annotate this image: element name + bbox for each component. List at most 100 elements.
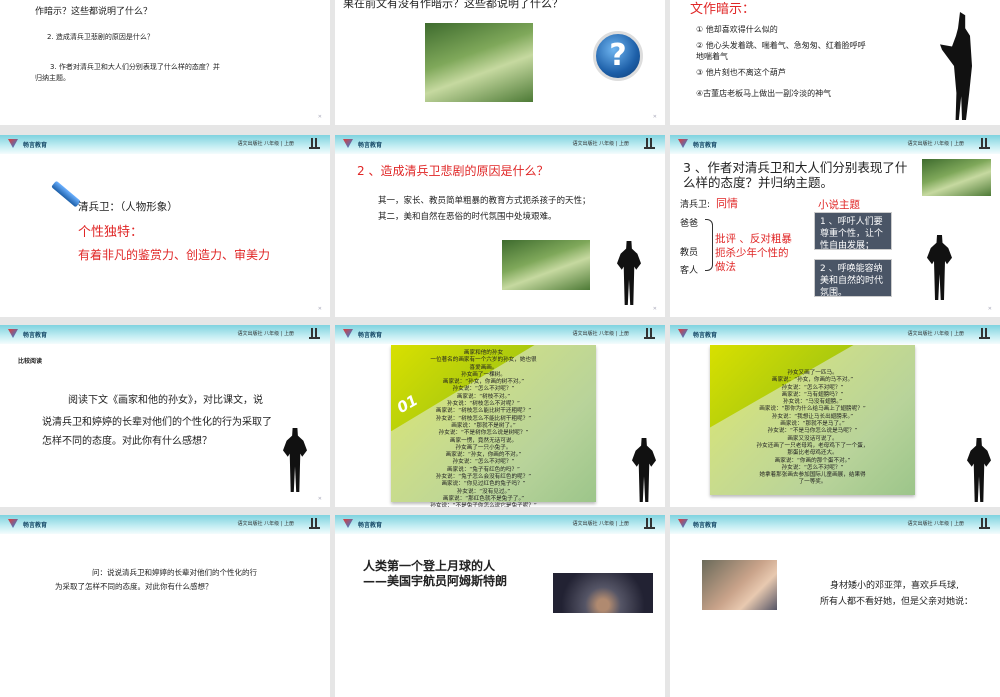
slide-thumbnail-7[interactable]: 畅言教育 语文出版社 八年级 | 上册 比较阅读 阅读下文《画家和他的孙女》，对比… (0, 325, 330, 507)
woman-silhouette (940, 12, 972, 120)
attitude-line: 做法 (715, 261, 736, 273)
pencil-icon (51, 180, 81, 208)
slide-thumbnail-12[interactable]: 畅言教育 语文出版社 八年级 | 上册 身材矮小的邓亚萍，喜欢乒乓球, 所有人都不… (670, 515, 1000, 697)
story-line: 孙女说：“怎么不对呢？” (452, 459, 515, 466)
slide-thumbnail-3[interactable]: 文作暗示： ① 他却喜欢得什么似的 ② 他心头发着跳、喘着气、急匆匆、红着脸呼呼… (670, 0, 1000, 125)
slide-header: 畅言教育 语文出版社 八年级 | 上册 (0, 135, 330, 154)
slide-text: 作暗示？这些都说明了什么？ (35, 7, 153, 17)
theme-box: 2 、呼唤能容纳美和自然的时代氛围。 (814, 259, 892, 298)
man-silhouette (632, 438, 656, 502)
story-line: 画家说：“树枝不对。” (456, 393, 511, 400)
slide-subtitle: 个性独特： (78, 225, 144, 240)
story-line: 孙女说：“不是兔子你怎么说它是兔子呢？” (430, 503, 537, 507)
watermark-logo: ✕ (317, 114, 322, 120)
story-line: 画家说：“树枝怎么能比树干还粗呢？” (435, 408, 532, 415)
story-line: 孙女说：“怎么不对呢？” (781, 384, 844, 391)
brand-name: 畅言教育 (693, 142, 718, 149)
watermark-logo: ✕ (317, 496, 322, 502)
slide-text: 3. 作者对清兵卫和大人们分别表现了什么样的态度？并 (50, 63, 220, 71)
brand-name: 畅言教育 (358, 522, 383, 529)
slide-header: 畅言教育 语文出版社 八年级 | 上册 (670, 325, 1000, 344)
man-silhouette (283, 428, 307, 492)
building-icon (309, 518, 320, 529)
adult-label: 客人 (680, 266, 699, 276)
brand-logo-icon (8, 519, 18, 528)
story-line: 画家说：“那你为什么给马画上了翅膀呢？” (759, 406, 866, 413)
slide-text: 身材矮小的邓亚萍，喜欢乒乓球, (830, 581, 959, 591)
slide-thumbnail-4[interactable]: 畅言教育 语文出版社 八年级 | 上册 清兵卫：（人物形象） 个性独特： 有着非凡… (0, 135, 330, 317)
character-label: 清兵卫：（人物形象） (78, 201, 178, 213)
slide-thumbnail-8[interactable]: 畅言教育 语文出版社 八年级 | 上册 01 画家和他的孙女 一位著名的画家有一个六… (335, 325, 665, 507)
attitude-line: 批评 、反对粗暴 (715, 233, 792, 245)
slide-header: 畅言教育 语文出版社 八年级 | 上册 (0, 515, 330, 534)
slide-text: 果在前文有没有作暗示？这些都说明了什么？ (343, 0, 563, 10)
slide-text: 阅读下文《画家和他的孙女》，对比课文，说 (68, 395, 263, 406)
brand-name: 畅言教育 (358, 332, 383, 339)
publisher-label: 语文出版社 八年级 | 上册 (572, 521, 629, 527)
slide-thumbnail-1[interactable]: 作暗示？这些都说明了什么？ 2. 造成清兵卫悲剧的原因是什么？ 3. 作者对清兵… (0, 0, 330, 125)
adults-attitude: 批评 、反对粗暴 扼杀少年个性的 做法 (715, 232, 792, 274)
story-line: 了一等奖。 (798, 479, 827, 486)
man-silhouette (927, 235, 952, 300)
brand-name: 畅言教育 (358, 142, 383, 149)
brand-name: 畅言教育 (23, 142, 48, 149)
character-label: 清兵卫: (680, 200, 711, 210)
brand-logo-icon (8, 139, 18, 148)
slide-header: 畅言教育 语文出版社 八年级 | 上册 (670, 515, 1000, 534)
theme-box: 1 、呼吁人们要尊重个性，让个性自由发展； (814, 212, 892, 251)
story-line: 孙女说：“怎么不对呢？” (452, 386, 515, 393)
story-line: 画家又没话可说了。 (787, 435, 838, 442)
story-line: 画家一愣，竟然无话可说。 (449, 437, 518, 444)
athlete-photo (702, 560, 777, 610)
slide-header: 畅言教育 语文出版社 八年级 | 上册 (0, 325, 330, 344)
building-icon (979, 138, 990, 149)
building-icon (309, 328, 320, 339)
story-line: 喜爱画画。 (469, 364, 498, 371)
gourd-photo (425, 23, 533, 102)
publisher-label: 语文出版社 八年级 | 上册 (237, 331, 294, 337)
story-line: 孙女说：“不是树你怎么说是树呢？” (438, 430, 529, 437)
slide-header: 畅言教育 语文出版社 八年级 | 上册 (670, 135, 1000, 154)
attitude-line: 扼杀少年个性的 (715, 247, 789, 259)
brand-name: 畅言教育 (693, 522, 718, 529)
slide-header: 畅言教育 语文出版社 八年级 | 上册 (335, 325, 665, 344)
slide-title: ——美国宇航员阿姆斯特朗 (363, 574, 508, 588)
slide-text: 为采取了怎样不同的态度。对此你有什么感想？ (55, 582, 213, 591)
gourd-photo (502, 240, 590, 290)
story-line: 画家说：“你画的那个蛋不对。” (774, 457, 851, 464)
slide-thumbnail-5[interactable]: 畅言教育 语文出版社 八年级 | 上册 2 、造成清兵卫悲剧的原因是什么？ 其一，… (335, 135, 665, 317)
watermark-logo: ✕ (652, 114, 657, 120)
brand-logo-icon (343, 139, 353, 148)
publisher-label: 语文出版社 八年级 | 上册 (907, 521, 964, 527)
list-item: ① 他却喜欢得什么似的 (696, 25, 778, 34)
publisher-label: 语文出版社 八年级 | 上册 (237, 141, 294, 147)
slide-thumbnail-2[interactable]: 果在前文有没有作暗示？这些都说明了什么？ ? ✕ (335, 0, 665, 125)
publisher-label: 语文出版社 八年级 | 上册 (572, 331, 629, 337)
story-text: 画家和他的孙女 一位著名的画家有一个六岁的孙女，她也很 喜爱画画。 孙女画了一棵树。画… (371, 350, 596, 507)
slide-thumbnail-9[interactable]: 畅言教育 语文出版社 八年级 | 上册 孙女又画了一匹马。 画家说：“孙女，你画的马… (670, 325, 1000, 507)
publisher-label: 语文出版社 八年级 | 上册 (907, 331, 964, 337)
slide-thumbnail-11[interactable]: 畅言教育 语文出版社 八年级 | 上册 人类第一个登上月球的人 ——美国宇航员阿姆… (335, 515, 665, 697)
man-silhouette (967, 438, 991, 502)
building-icon (979, 328, 990, 339)
building-icon (979, 518, 990, 529)
brand-name: 畅言教育 (693, 332, 718, 339)
slide-text: 其一，家长、教员简单粗暴的教育方式扼杀孩子的天性； (378, 196, 591, 206)
watermark-logo: ✕ (987, 306, 992, 312)
slide-text: 2. 造成清兵卫悲剧的原因是什么？ (47, 33, 154, 41)
attitude-value: 同情 (716, 197, 738, 210)
brand-name: 畅言教育 (23, 332, 48, 339)
story-line: 画家说：“你见过红色的兔子吗？” (441, 481, 526, 488)
list-item: ④古董店老板马上做出一副冷淡的神气 (696, 89, 832, 98)
slide-thumbnail-10[interactable]: 畅言教育 语文出版社 八年级 | 上册 问：说说清兵卫和婷婷的长辈对他们的个性化的… (0, 515, 330, 697)
story-line: 孙女说：“不是马你怎么说是马呢？” (767, 428, 858, 435)
building-icon (309, 138, 320, 149)
watermark-logo: ✕ (317, 306, 322, 312)
story-card: 孙女又画了一匹马。 画家说：“孙女，你画的马不对。” 孙女说：“怎么不对呢？” 画家说… (710, 345, 915, 495)
story-line: 一位著名的画家有一个六岁的孙女，她也很 (430, 357, 537, 364)
slide-text: 归纳主题。 (35, 74, 70, 82)
slide-thumbnail-6[interactable]: 畅言教育 语文出版社 八年级 | 上册 3 、作者对清兵卫和大人们分别表现了什 么… (670, 135, 1000, 317)
slide-header: 畅言教育 语文出版社 八年级 | 上册 (335, 515, 665, 534)
slide-text: 有着非凡的鉴赏力、创造力、审美力 (78, 248, 271, 262)
publisher-label: 语文出版社 八年级 | 上册 (237, 521, 294, 527)
